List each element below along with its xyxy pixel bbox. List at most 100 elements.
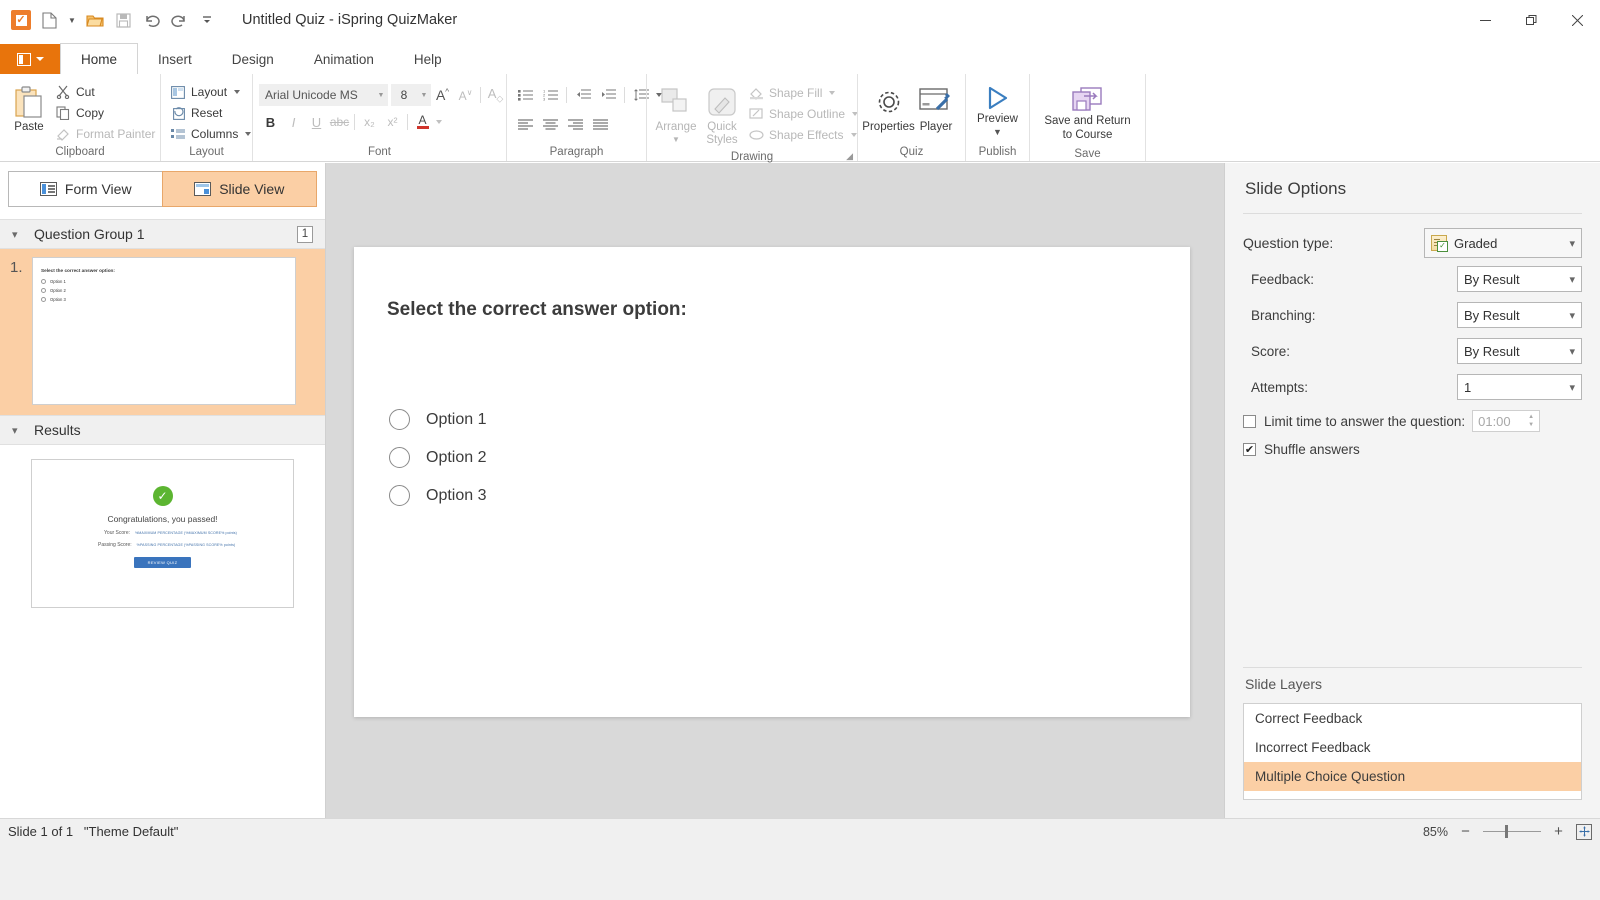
question-title[interactable]: Select the correct answer option: xyxy=(387,299,687,321)
shape-fill-button[interactable]: Shape Fill xyxy=(745,83,864,103)
slide-layer-correct-feedback[interactable]: Correct Feedback xyxy=(1244,704,1581,733)
bullets-icon[interactable] xyxy=(513,84,537,106)
increase-indent-icon[interactable] xyxy=(596,84,620,106)
paste-button[interactable]: Paste xyxy=(6,80,52,137)
minimize-button[interactable] xyxy=(1462,0,1508,40)
redo-icon[interactable] xyxy=(166,7,192,33)
grow-font-button[interactable]: A^ xyxy=(431,84,454,106)
properties-button[interactable]: Properties xyxy=(862,80,915,137)
tab-animation[interactable]: Animation xyxy=(294,44,394,74)
font-color-button[interactable]: A xyxy=(411,111,434,133)
reset-button[interactable]: Reset xyxy=(167,103,257,123)
numbering-icon[interactable]: 123 xyxy=(538,84,562,106)
answer-option-2[interactable]: Option 2 xyxy=(389,447,486,468)
score-select[interactable]: By Result ▾ xyxy=(1457,338,1582,364)
question-group-header[interactable]: ▾ Question Group 1 1 xyxy=(0,219,325,249)
save-and-return-button[interactable]: Save and Return to Course xyxy=(1036,80,1140,146)
tab-help[interactable]: Help xyxy=(394,44,462,74)
tab-slide-view[interactable]: Slide View xyxy=(161,171,317,207)
align-center-icon[interactable] xyxy=(538,113,562,135)
tab-design[interactable]: Design xyxy=(212,44,294,74)
chevron-down-icon[interactable]: ▾ xyxy=(1569,381,1575,394)
font-name-dropdown-icon[interactable]: ▼ xyxy=(374,84,388,106)
new-document-icon[interactable] xyxy=(36,7,62,33)
undo-icon[interactable] xyxy=(138,7,164,33)
slide-canvas[interactable]: Select the correct answer option: Option… xyxy=(354,247,1190,717)
player-button[interactable]: Player xyxy=(913,80,959,137)
copy-button[interactable]: Copy xyxy=(52,103,161,123)
font-size-input[interactable]: 8 xyxy=(391,84,417,106)
slide-list-item-1[interactable]: 1. Select the correct answer option: Opt… xyxy=(0,249,325,415)
tab-home[interactable]: Home xyxy=(60,43,139,74)
font-size-dropdown-icon[interactable]: ▼ xyxy=(417,84,431,106)
maximize-restore-button[interactable] xyxy=(1508,0,1554,40)
chevron-down-icon[interactable]: ▾ xyxy=(1569,309,1575,322)
radio-icon[interactable] xyxy=(389,447,410,468)
fit-to-window-button[interactable] xyxy=(1576,823,1592,840)
answer-option-1[interactable]: Option 1 xyxy=(389,409,486,430)
shape-effects-button[interactable]: Shape Effects xyxy=(745,125,864,145)
results-thumbnail[interactable]: ✓ Congratulations, you passed! Your Scor… xyxy=(31,459,294,608)
review-quiz-button[interactable]: REVIEW QUIZ xyxy=(133,557,192,568)
columns-button[interactable]: Columns xyxy=(167,124,257,144)
app-icon[interactable]: ✓ xyxy=(8,7,34,33)
open-folder-icon[interactable] xyxy=(82,7,108,33)
zoom-in-button[interactable]: + xyxy=(1552,823,1565,840)
shuffle-answers-checkbox[interactable]: ✔ xyxy=(1243,442,1256,456)
subscript-button[interactable]: x₂ xyxy=(358,111,381,133)
align-right-icon[interactable] xyxy=(563,113,587,135)
arrange-button[interactable]: Arrange ▼ xyxy=(653,80,699,147)
zoom-out-button[interactable]: − xyxy=(1459,823,1472,840)
limit-time-checkbox[interactable] xyxy=(1243,414,1256,428)
customize-quick-access-icon[interactable] xyxy=(194,7,220,33)
cut-button[interactable]: Cut xyxy=(52,82,161,102)
shape-fill-caret-icon[interactable] xyxy=(829,91,836,95)
new-document-dropdown-icon[interactable]: ▼ xyxy=(64,7,80,33)
question-type-select[interactable]: Graded ▾ xyxy=(1424,228,1582,258)
chevron-down-icon[interactable]: ▾ xyxy=(12,424,26,437)
layout-button[interactable]: Layout xyxy=(167,82,257,102)
chevron-down-icon[interactable]: ▾ xyxy=(1569,345,1575,358)
bold-button[interactable]: B xyxy=(259,111,282,133)
tab-insert[interactable]: Insert xyxy=(138,44,212,74)
slide-layer-incorrect-feedback[interactable]: Incorrect Feedback xyxy=(1244,733,1581,762)
justify-icon[interactable] xyxy=(588,113,612,135)
shape-effects-caret-icon[interactable] xyxy=(850,133,857,137)
radio-icon[interactable] xyxy=(389,485,410,506)
chevron-down-icon[interactable]: ▾ xyxy=(1569,237,1575,250)
quick-styles-button[interactable]: Quick Styles xyxy=(699,80,745,149)
radio-icon[interactable] xyxy=(389,409,410,430)
preview-button[interactable]: Preview ▼ xyxy=(972,80,1023,141)
results-slide-item[interactable]: ✓ Congratulations, you passed! Your Scor… xyxy=(0,445,325,608)
italic-button[interactable]: I xyxy=(282,111,305,133)
shrink-font-button[interactable]: A∨ xyxy=(454,84,477,106)
superscript-button[interactable]: x² xyxy=(381,111,404,133)
shape-outline-button[interactable]: Shape Outline xyxy=(745,104,864,124)
file-menu-button[interactable] xyxy=(0,44,60,74)
branching-select[interactable]: By Result ▾ xyxy=(1457,302,1582,328)
underline-button[interactable]: U xyxy=(305,111,328,133)
chevron-down-icon[interactable]: ▾ xyxy=(1569,273,1575,286)
feedback-select[interactable]: By Result ▾ xyxy=(1457,266,1582,292)
zoom-slider[interactable] xyxy=(1483,825,1541,838)
slide-layer-multiple-choice-question[interactable]: Multiple Choice Question xyxy=(1244,762,1581,791)
tab-form-view[interactable]: Form View xyxy=(9,172,163,206)
columns-caret-icon[interactable] xyxy=(245,132,252,136)
limit-time-stepper[interactable]: ▲ ▼ xyxy=(1528,414,1534,428)
results-group-header[interactable]: ▾ Results xyxy=(0,415,325,445)
slide-thumbnail[interactable]: Select the correct answer option: Option… xyxy=(32,257,296,405)
answer-option-3[interactable]: Option 3 xyxy=(389,485,486,506)
attempts-select[interactable]: 1 ▾ xyxy=(1457,374,1582,400)
close-button[interactable] xyxy=(1554,0,1600,40)
align-left-icon[interactable] xyxy=(513,113,537,135)
chevron-down-icon[interactable]: ▾ xyxy=(12,228,26,241)
format-painter-button[interactable]: Format Painter xyxy=(52,124,161,144)
limit-time-input[interactable]: 01:00 ▲ ▼ xyxy=(1472,410,1541,432)
preview-dropdown-icon[interactable]: ▼ xyxy=(993,127,1002,137)
layout-caret-icon[interactable] xyxy=(234,90,241,94)
decrease-indent-icon[interactable] xyxy=(571,84,595,106)
font-color-caret-icon[interactable] xyxy=(436,120,442,124)
strikethrough-button[interactable]: abc xyxy=(328,111,351,133)
font-name-input[interactable]: Arial Unicode MS xyxy=(259,84,374,106)
save-icon[interactable] xyxy=(110,7,136,33)
